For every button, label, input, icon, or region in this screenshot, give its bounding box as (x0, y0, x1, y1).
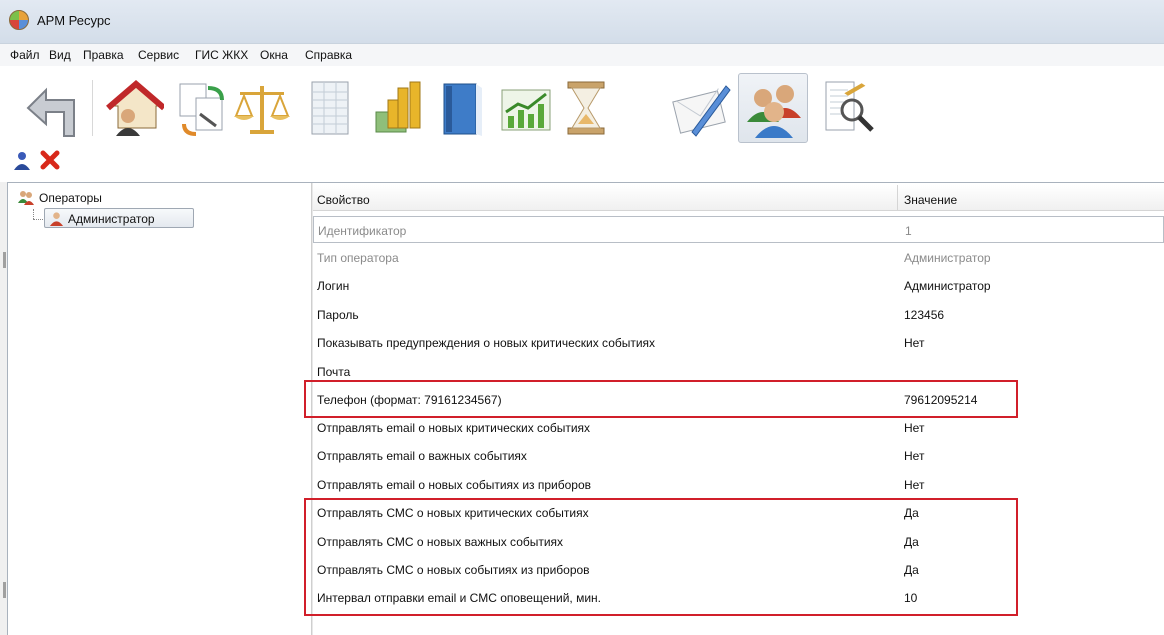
app-logo-icon (9, 10, 29, 30)
grid-row-login[interactable]: Логин Администратор (313, 272, 1164, 300)
row-property: Почта (317, 365, 351, 379)
title-bar: АРМ Ресурс (0, 0, 1164, 44)
row-value: Нет (904, 336, 925, 350)
documents-sync-icon[interactable] (172, 78, 232, 138)
menu-windows[interactable]: Окна (260, 48, 288, 62)
row-value: Администратор (904, 251, 991, 265)
menu-gis[interactable]: ГИС ЖКХ (195, 48, 248, 62)
row-property: Логин (317, 279, 350, 293)
row-property: Идентификатор (318, 224, 407, 238)
menu-service[interactable]: Сервис (138, 48, 179, 62)
grid-row-id[interactable]: Идентификатор 1 (313, 216, 1164, 243)
grid-header: Свойство Значение (313, 185, 1164, 211)
add-user-icon[interactable] (12, 150, 32, 170)
grid-row-operator-type[interactable]: Тип оператора Администратор (313, 244, 1164, 272)
grid-row-critical-warnings[interactable]: Показывать предупреждения о новых критич… (313, 329, 1164, 357)
row-property: Пароль (317, 308, 359, 322)
blue-book-icon[interactable] (432, 78, 492, 138)
menu-bar: Файл Вид Правка Сервис ГИС ЖКХ Окна Спра… (0, 44, 1164, 66)
menu-view[interactable]: Вид (49, 48, 71, 62)
growth-chart-icon[interactable] (496, 78, 556, 138)
toolbar-separator (92, 80, 93, 136)
hourglass-icon[interactable] (556, 78, 616, 138)
tree-item-administrator[interactable]: Администратор (44, 208, 194, 228)
window-title: АРМ Ресурс (37, 13, 111, 28)
grid-row-email-devices[interactable]: Отправлять email о новых событиях из при… (313, 471, 1164, 499)
row-value: 123456 (904, 308, 945, 322)
row-property: Отправлять email о новых событиях из при… (317, 478, 592, 492)
grid-row-email-important[interactable]: Отправлять email о важных событиях Нет (313, 442, 1164, 470)
tree-root-operators[interactable]: Операторы (39, 191, 102, 205)
operators-tree: Операторы Администратор (8, 183, 311, 635)
tree-connector (33, 209, 34, 219)
document-magnifier-icon[interactable] (818, 78, 878, 138)
row-property: Отправлять email о новых критических соб… (317, 421, 591, 435)
operators-group-icon (18, 191, 34, 205)
row-property: Отправлять email о важных событиях (317, 449, 527, 463)
row-property: Показывать предупреждения о новых критич… (317, 336, 656, 350)
menu-edit[interactable]: Правка (83, 48, 124, 62)
main-toolbar (0, 66, 1164, 182)
row-value: Нет (904, 449, 925, 463)
users-group-icon[interactable] (743, 78, 803, 138)
column-header-value[interactable]: Значение (898, 185, 1164, 211)
highlight-box-sms (304, 498, 1018, 616)
tree-connector (33, 219, 43, 220)
grid-row-password[interactable]: Пароль 123456 (313, 301, 1164, 329)
spreadsheet-icon[interactable] (300, 78, 360, 138)
admin-user-icon (49, 212, 64, 226)
back-arrow-icon[interactable] (22, 78, 82, 138)
delete-icon[interactable] (40, 150, 60, 170)
column-header-property[interactable]: Свойство (313, 185, 898, 211)
row-value: Нет (904, 421, 925, 435)
row-property: Тип оператора (317, 251, 399, 265)
coins-money-icon[interactable] (368, 78, 428, 138)
menu-file[interactable]: Файл (10, 48, 40, 62)
row-value: 1 (905, 224, 912, 238)
menu-help[interactable]: Справка (305, 48, 352, 62)
row-value: Администратор (904, 279, 991, 293)
scales-icon[interactable] (232, 78, 292, 138)
tree-item-label: Администратор (68, 212, 155, 226)
grid-row-email-critical[interactable]: Отправлять email о новых критических соб… (313, 414, 1164, 442)
envelope-pen-icon[interactable] (672, 78, 732, 138)
properties-grid: Свойство Значение Идентификатор 1 Тип оп… (304, 185, 1164, 635)
house-user-icon[interactable] (104, 78, 164, 138)
row-value: Нет (904, 478, 925, 492)
highlight-box-phone (304, 380, 1018, 418)
